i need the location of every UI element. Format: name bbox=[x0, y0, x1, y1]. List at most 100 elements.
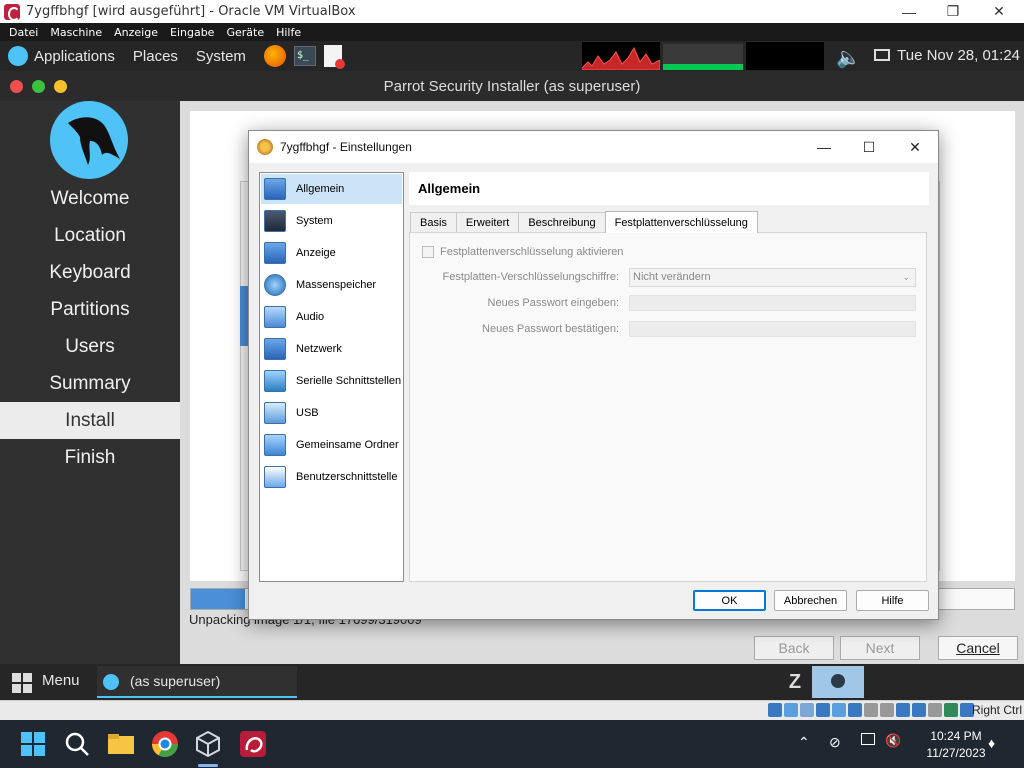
guest-top-panel: Applications Places System $_ 🔈 Tue Nov … bbox=[0, 41, 1024, 71]
minimize-icon[interactable]: — bbox=[886, 0, 932, 23]
guest-clock[interactable]: Tue Nov 28, 01:24 bbox=[897, 41, 1020, 71]
hdd-icon[interactable] bbox=[768, 703, 782, 717]
parrot-menu-icon[interactable] bbox=[8, 46, 28, 66]
general-icon bbox=[264, 178, 286, 200]
speaker-icon bbox=[264, 306, 286, 328]
parrot-workspace-icon bbox=[831, 674, 845, 688]
system-menu[interactable]: System bbox=[196, 48, 246, 65]
menu-geraete[interactable]: Geräte bbox=[226, 26, 264, 39]
usb-status-icon[interactable] bbox=[832, 703, 846, 717]
cpu-status-icon[interactable] bbox=[928, 703, 942, 717]
network-status-icon[interactable] bbox=[816, 703, 830, 717]
menu-grid-icon[interactable] bbox=[12, 673, 32, 693]
category-usb[interactable]: USB bbox=[261, 398, 402, 428]
mem-graph-svg bbox=[663, 44, 743, 70]
volume-icon[interactable]: 🔈 bbox=[836, 45, 861, 70]
menu-maschine[interactable]: Maschine bbox=[50, 26, 102, 39]
network-off-icon[interactable]: ⊘ bbox=[829, 734, 841, 751]
category-audio[interactable]: Audio bbox=[261, 302, 402, 332]
shared-folders-icon[interactable] bbox=[848, 703, 862, 717]
document-icon[interactable] bbox=[323, 45, 345, 69]
display-status-icon[interactable] bbox=[864, 703, 878, 717]
category-massenspeicher[interactable]: Massenspeicher bbox=[261, 270, 402, 300]
tab-beschreibung[interactable]: Beschreibung bbox=[518, 212, 606, 233]
audio-status-icon[interactable] bbox=[800, 703, 814, 717]
windows-start-icon[interactable] bbox=[17, 728, 49, 760]
dialog-minimize-icon[interactable]: — bbox=[801, 131, 847, 163]
dialog-title: 7ygffbhgf - Einstellungen bbox=[280, 140, 412, 154]
applications-menu[interactable]: Applications bbox=[34, 48, 115, 65]
screen-icon[interactable] bbox=[896, 703, 910, 717]
menu-datei[interactable]: Datei bbox=[9, 26, 38, 39]
close-window-icon[interactable] bbox=[10, 80, 23, 93]
workspace-active[interactable] bbox=[812, 666, 864, 698]
places-menu[interactable]: Places bbox=[133, 48, 178, 65]
step-keyboard: Keyboard bbox=[49, 262, 131, 283]
guest-menu-button[interactable]: Menu bbox=[42, 664, 80, 698]
cancel-button[interactable]: Cancel bbox=[938, 636, 1018, 660]
settings-dialog: 7ygffbhgf - Einstellungen — ☐ ✕ Allgemei… bbox=[248, 130, 939, 620]
windows-clock-time[interactable]: 10:24 PM bbox=[916, 729, 996, 743]
speaker-muted-icon[interactable]: 🔇 bbox=[885, 733, 901, 749]
chevron-up-icon[interactable]: ⌃ bbox=[798, 734, 810, 751]
optical-drive-icon[interactable] bbox=[784, 703, 798, 717]
back-button[interactable]: Back bbox=[754, 636, 834, 660]
terminal-icon[interactable]: $_ bbox=[293, 46, 316, 66]
cipher-label: Festplatten-Verschlüsselungschiffre: bbox=[442, 271, 620, 283]
tab-festplattenverschluesselung[interactable]: Festplattenverschlüsselung bbox=[604, 211, 758, 233]
tab-erweitert[interactable]: Erweitert bbox=[455, 212, 520, 233]
display-icon[interactable] bbox=[874, 49, 890, 61]
step-install: Install bbox=[0, 402, 180, 439]
ok-button[interactable]: OK bbox=[693, 590, 766, 611]
vbox-statusbar: Right Ctrl bbox=[0, 700, 1024, 720]
menu-hilfe[interactable]: Hilfe bbox=[276, 26, 301, 39]
enable-encryption-checkbox[interactable] bbox=[422, 246, 434, 258]
category-netzwerk[interactable]: Netzwerk bbox=[261, 334, 402, 364]
category-benutzerschnittstelle[interactable]: Benutzerschnittstelle bbox=[261, 462, 402, 492]
enable-encryption-row[interactable]: Festplattenverschlüsselung aktivieren bbox=[422, 246, 623, 258]
next-button[interactable]: Next bbox=[840, 636, 920, 660]
restore-icon[interactable]: ❐ bbox=[930, 0, 976, 23]
search-icon[interactable] bbox=[61, 728, 93, 760]
recording-icon[interactable] bbox=[880, 703, 894, 717]
maximize-window-icon[interactable] bbox=[32, 80, 45, 93]
category-serielle-schnittstellen[interactable]: Serielle Schnittstellen bbox=[261, 366, 402, 396]
serial-port-icon bbox=[264, 370, 286, 392]
slideshow-accent bbox=[240, 286, 248, 346]
category-anzeige[interactable]: Anzeige bbox=[261, 238, 402, 268]
cipher-select[interactable]: Nicht verändern ⌄ bbox=[629, 268, 916, 287]
menu-anzeige[interactable]: Anzeige bbox=[114, 26, 158, 39]
confirm-password-input[interactable] bbox=[629, 321, 916, 337]
abbrechen-button[interactable]: Abbrechen bbox=[774, 590, 847, 611]
disk-icon bbox=[264, 274, 286, 296]
workspace-switcher-icon[interactable]: Z bbox=[780, 666, 810, 698]
windows-clock-date[interactable]: 11/27/2023 bbox=[916, 746, 996, 760]
dialog-close-icon[interactable]: ✕ bbox=[892, 131, 938, 163]
tab-basis[interactable]: Basis bbox=[410, 212, 457, 233]
step-partitions: Partitions bbox=[50, 299, 130, 320]
hilfe-button[interactable]: Hilfe bbox=[856, 590, 929, 611]
vtx-icon[interactable] bbox=[944, 703, 958, 717]
chip-icon bbox=[264, 210, 286, 232]
minimize-window-icon[interactable] bbox=[54, 80, 67, 93]
category-gemeinsame-ordner[interactable]: Gemeinsame Ordner bbox=[261, 430, 402, 460]
virtualbox-settings-icon bbox=[257, 139, 273, 155]
taskbar-installer-task[interactable]: (as superuser) bbox=[97, 666, 297, 698]
menu-eingabe[interactable]: Eingabe bbox=[170, 26, 214, 39]
display-tray-icon[interactable] bbox=[861, 733, 875, 745]
close-icon[interactable]: ✕ bbox=[976, 0, 1022, 23]
file-explorer-icon[interactable] bbox=[105, 728, 137, 760]
firefox-icon[interactable] bbox=[263, 45, 286, 67]
category-system[interactable]: System bbox=[261, 206, 402, 236]
vm-app-icon[interactable] bbox=[237, 728, 269, 760]
chrome-icon[interactable] bbox=[149, 728, 181, 760]
virtualbox-icon[interactable] bbox=[192, 728, 224, 760]
mouse-integration-icon[interactable] bbox=[912, 703, 926, 717]
new-password-input[interactable] bbox=[629, 295, 916, 311]
step-summary: Summary bbox=[49, 373, 131, 394]
notification-bell-icon[interactable]: ♦ bbox=[988, 735, 995, 751]
dialog-maximize-icon[interactable]: ☐ bbox=[846, 131, 892, 163]
usb-icon bbox=[264, 402, 286, 424]
cipher-value: Nicht verändern bbox=[633, 271, 711, 283]
category-allgemein[interactable]: Allgemein bbox=[261, 174, 402, 204]
